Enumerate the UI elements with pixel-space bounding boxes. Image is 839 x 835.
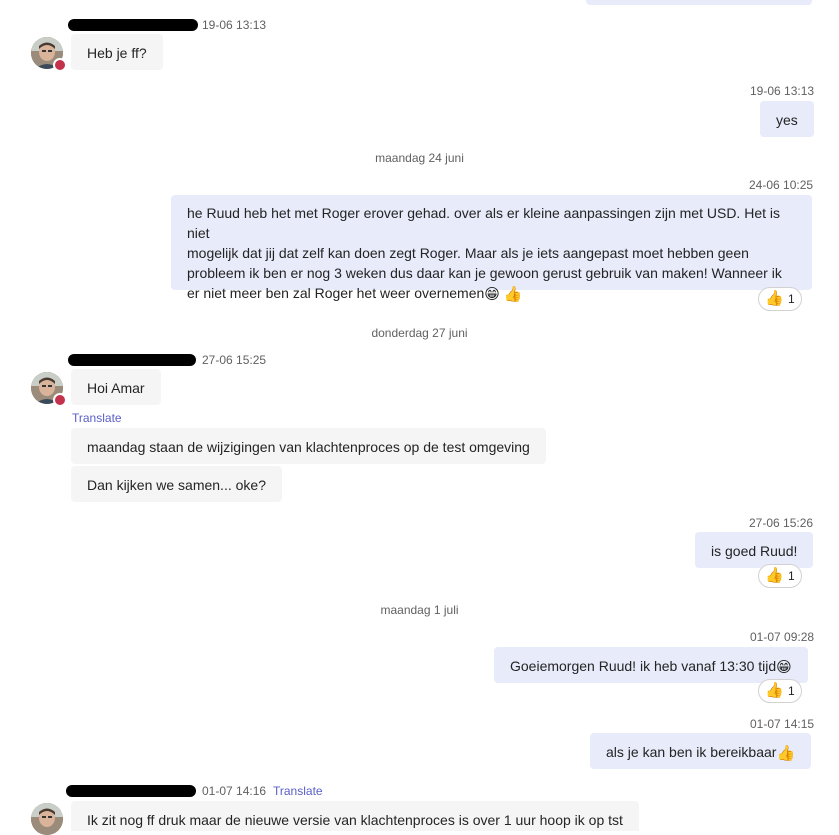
reaction-like[interactable]: 👍 1 [758,679,802,703]
message-text: Goeiemorgen Ruud! ik heb vanaf 13:30 tij… [510,658,777,674]
outgoing-message[interactable]: als je kan ben ik bereikbaar👍 [590,733,812,769]
incoming-message[interactable]: Heb je ff? [71,34,163,70]
reaction-count: 1 [788,569,795,583]
message-text: er niet meer ben zal Roger het weer over… [187,285,485,301]
incoming-message[interactable]: Ik zit nog ff druk maar de nieuwe versie… [71,801,639,831]
message-timestamp: 01-07 09:28 [750,630,815,644]
thumbs-up-icon: 👍 [765,567,784,584]
date-divider: donderdag 27 juni [371,326,468,340]
message-timestamp: 27-06 15:25 [202,353,267,367]
message-text: Hoi Amar [87,380,145,396]
reaction-count: 1 [788,684,795,698]
message-timestamp: 01-07 14:15 [750,717,815,731]
thumbs-up-emoji: 👍 [503,286,523,303]
thumbs-up-icon: 👍 [765,682,784,699]
reaction-like[interactable]: 👍 1 [758,564,802,588]
message-timestamp: 01-07 14:16 [202,784,267,798]
outgoing-message[interactable]: Goeiemorgen Ruud! ik heb vanaf 13:30 tij… [494,647,808,683]
message-timestamp: 27-06 15:26 [749,516,814,530]
presence-busy-indicator [53,58,67,72]
reaction-count: 1 [788,292,795,306]
message-text: yes [776,112,798,128]
thumbs-up-icon: 👍 [765,290,784,307]
sender-avatar[interactable] [31,803,63,835]
outgoing-message[interactable]: he Ruud heb het met Roger erover gehad. … [171,195,812,303]
reaction-like[interactable]: 👍 1 [758,287,802,311]
message-text-line: mogelijk dat jij dat zelf kan doen zegt … [187,245,749,261]
message-text: Ik zit nog ff druk maar de nieuwe versie… [87,812,623,828]
grin-emoji: 😁 [776,659,792,676]
redacted-sender-name [68,354,196,366]
partial-outgoing-bubble [586,0,812,5]
message-text-line: probleem ik ben er nog 3 weken dus daar … [187,265,782,281]
incoming-message[interactable]: Dan kijken we samen... oke? [71,466,282,502]
message-timestamp: 24-06 10:25 [749,178,814,192]
message-timestamp: 19-06 13:13 [202,18,267,32]
date-divider: maandag 1 juli [380,603,459,617]
message-text-line: he Ruud heb het met Roger erover gehad. … [187,205,780,241]
translate-link[interactable]: Translate [273,784,323,798]
message-text: is goed Ruud! [711,543,798,559]
incoming-message[interactable]: Hoi Amar [71,369,161,405]
message-text-line: er niet meer ben zal Roger het weer over… [187,283,796,303]
redacted-sender-name [66,785,196,797]
message-text: Dan kijken we samen... oke? [87,477,266,493]
translate-link[interactable]: Translate [72,411,122,425]
thumbs-up-emoji: 👍 [776,745,796,762]
presence-busy-indicator [53,393,67,407]
message-timestamp: 19-06 13:13 [750,84,815,98]
person-photo-icon [31,803,63,835]
redacted-sender-name [68,19,198,31]
grin-emoji: 😁 [484,286,500,303]
date-divider: maandag 24 juni [375,151,464,165]
message-text: Heb je ff? [87,45,147,61]
incoming-message[interactable]: maandag staan de wijzigingen van klachte… [71,428,546,464]
message-text: maandag staan de wijzigingen van klachte… [87,439,530,455]
outgoing-message[interactable]: yes [760,101,814,137]
message-text: als je kan ben ik bereikbaar [606,744,777,760]
outgoing-message[interactable]: is goed Ruud! [695,532,814,568]
